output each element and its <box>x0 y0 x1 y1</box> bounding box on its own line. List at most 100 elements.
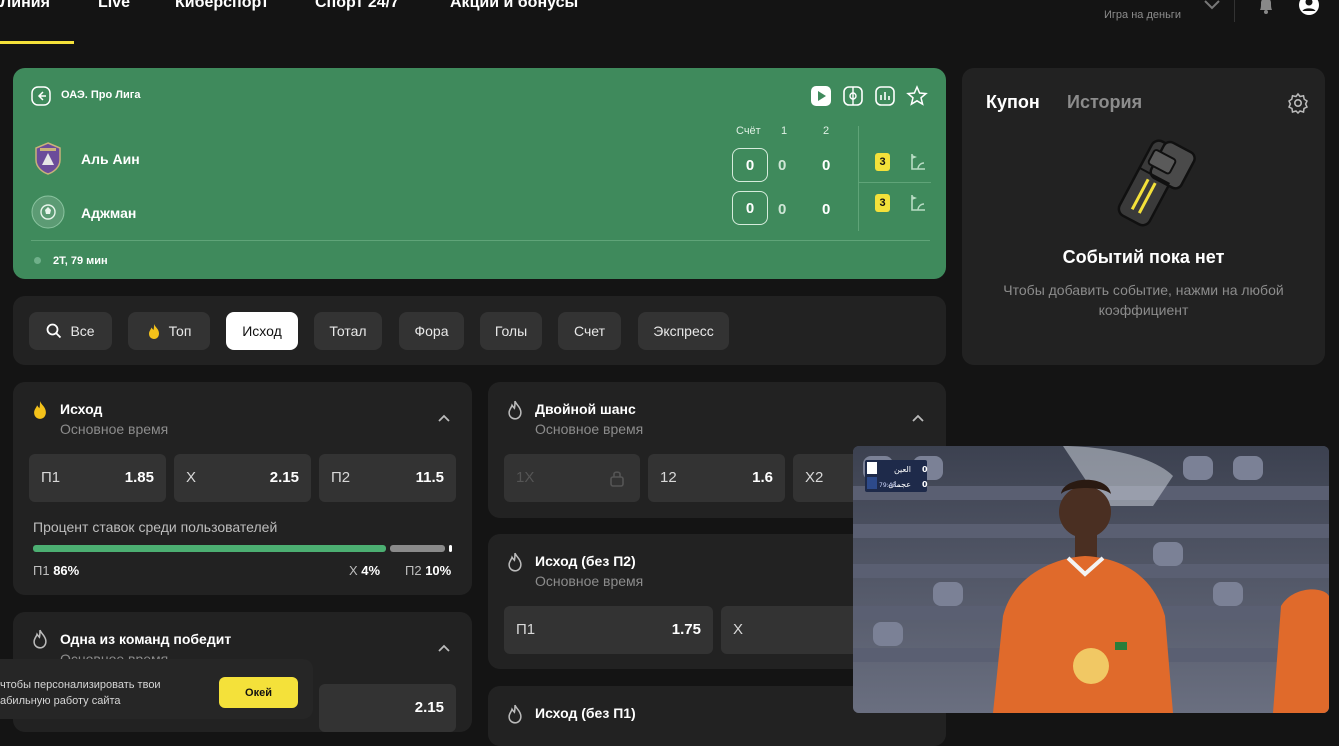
half2-score: 0 <box>822 157 831 174</box>
cookie-ok-button[interactable]: Окей <box>219 677 298 708</box>
filter-total[interactable]: Тотал <box>314 312 382 350</box>
team-name: Аль Аин <box>81 151 140 167</box>
video-team1: العين <box>894 465 911 474</box>
tab-history[interactable]: История <box>1067 92 1142 113</box>
flame-icon <box>148 323 159 339</box>
money-mode-label[interactable]: Игра на деньги <box>1104 9 1181 21</box>
market-title: Двойной шанс <box>535 401 636 417</box>
filter-score[interactable]: Счет <box>558 312 621 350</box>
match-card: ОАЭ. Про Лига Счёт 1 2 Аль Аин 0 0 0 3 А… <box>13 68 946 279</box>
cookie-text-line: чтобы персонализировать твои <box>0 679 161 691</box>
corners-badge: 3 <box>875 153 890 171</box>
odd-label: П1 <box>41 469 61 486</box>
coupon-panel: Купон История Событий пока нет Чтобы доб… <box>962 68 1325 365</box>
odd-label: 12 <box>660 469 677 486</box>
tab-coupon[interactable]: Купон <box>986 92 1040 113</box>
odd-button[interactable]: 2.15 <box>319 684 456 732</box>
back-arrow-icon[interactable] <box>31 86 51 106</box>
chevron-up-icon[interactable] <box>437 413 451 423</box>
gear-icon[interactable] <box>1287 92 1309 114</box>
pct-bar <box>449 545 452 552</box>
team-score: 0 <box>732 148 768 182</box>
odd-button[interactable]: Х 2.15 <box>174 454 311 502</box>
match-time: 2Т, 79 мин <box>53 255 108 267</box>
team-score: 0 <box>732 191 768 225</box>
pct-label-p2: П2 10% <box>405 563 451 578</box>
pct-value: 86% <box>53 563 80 578</box>
stats-icon[interactable] <box>874 85 896 107</box>
filter-label: Исход <box>242 323 282 339</box>
half1-score: 0 <box>778 201 787 218</box>
score-divider <box>859 182 931 183</box>
flame-outline-icon <box>508 704 522 724</box>
pct-label-p1: П1 86% <box>33 563 79 578</box>
filter-label: Фора <box>414 323 449 339</box>
pct-value: 10% <box>425 563 452 578</box>
top-nav: Линия Live Киберспорт Спорт 24/7 Акции и… <box>0 0 1339 50</box>
market-subtitle: Основное время <box>535 421 644 437</box>
empty-coupon-hint: Чтобы добавить событие, нажми на любой к… <box>1003 282 1284 318</box>
bell-icon[interactable] <box>1256 0 1276 16</box>
pct-bar <box>33 545 387 552</box>
market-filters: Все Топ Исход Тотал Фора Голы Счет Экспр… <box>13 296 946 365</box>
nav-item-promo[interactable]: Акции и бонусы <box>450 0 578 12</box>
filter-label: Тотал <box>329 323 367 339</box>
odd-button[interactable]: 12 1.6 <box>648 454 785 502</box>
live-video-player[interactable]: العين عجمان 0 0 79:43 <box>853 446 1329 713</box>
video-score2: 0 <box>922 480 928 489</box>
market-title: Исход (без П1) <box>535 705 636 721</box>
market-title: Одна из команд победит <box>60 631 232 647</box>
cookie-text-line: абильную работу сайта <box>0 695 121 707</box>
odd-button[interactable]: П2 11.5 <box>319 454 456 502</box>
team-logo-ajman <box>31 195 65 229</box>
filter-all[interactable]: Все <box>29 312 112 350</box>
live-dot <box>34 257 41 264</box>
filter-label: Экспресс <box>653 323 714 339</box>
nav-divider <box>1234 0 1235 22</box>
league-name[interactable]: ОАЭ. Про Лига <box>61 89 140 101</box>
video-score1: 0 <box>922 465 928 474</box>
filter-outcome[interactable]: Исход <box>226 312 298 350</box>
odd-value: 11.5 <box>415 469 444 486</box>
filter-handicap[interactable]: Фора <box>399 312 464 350</box>
flame-outline-icon <box>33 629 47 649</box>
nav-item-live[interactable]: Live <box>98 0 130 12</box>
empty-coupon-title: Событий пока нет <box>1062 247 1225 267</box>
star-icon[interactable] <box>906 85 928 107</box>
odd-button[interactable]: П1 1.85 <box>29 454 166 502</box>
play-video-icon[interactable] <box>810 85 832 107</box>
odd-label: Х2 <box>805 469 824 486</box>
nav-item-esports[interactable]: Киберспорт <box>175 0 269 12</box>
score-header-half2: 2 <box>823 125 830 137</box>
chevron-up-icon[interactable] <box>911 413 925 423</box>
filter-top[interactable]: Топ <box>128 312 210 350</box>
lock-icon <box>610 471 624 487</box>
odd-button[interactable]: П1 1.75 <box>504 606 713 654</box>
market-card-outcome: Исход Основное время П1 1.85 Х 2.15 П2 1… <box>13 382 472 595</box>
odd-value: 1.85 <box>124 469 154 486</box>
filter-label: Топ <box>168 323 192 339</box>
match-divider <box>31 240 930 241</box>
odd-value: 1.75 <box>671 621 701 638</box>
chevron-up-icon[interactable] <box>437 643 451 653</box>
field-view-icon[interactable] <box>842 85 864 107</box>
nav-item-sport247[interactable]: Спорт 24/7 <box>315 0 399 12</box>
video-clock: 79:43 <box>879 482 896 489</box>
cookie-banner: чтобы персонализировать твои абильную ра… <box>0 659 313 719</box>
filter-goals[interactable]: Голы <box>480 312 542 350</box>
odd-label: П2 <box>331 469 351 486</box>
odd-button-locked: 1Х <box>504 454 640 502</box>
video-frame: العين عجمان 0 0 79:43 <box>853 446 1329 713</box>
half2-score: 0 <box>822 201 831 218</box>
pct-value: 4% <box>361 563 381 578</box>
score-header-half1: 1 <box>781 125 788 137</box>
cookie-text: чтобы персонализировать твои абильную ра… <box>0 677 200 709</box>
odd-label: 1Х <box>516 469 535 486</box>
search-icon <box>47 323 62 339</box>
filter-express[interactable]: Экспресс <box>638 312 729 350</box>
flame-outline-icon <box>508 552 522 572</box>
user-icon[interactable] <box>1298 0 1320 16</box>
nav-item-line[interactable]: Линия <box>0 0 50 12</box>
chevron-down-icon[interactable] <box>1202 0 1222 12</box>
empty-coupon-illustration <box>1117 139 1196 227</box>
